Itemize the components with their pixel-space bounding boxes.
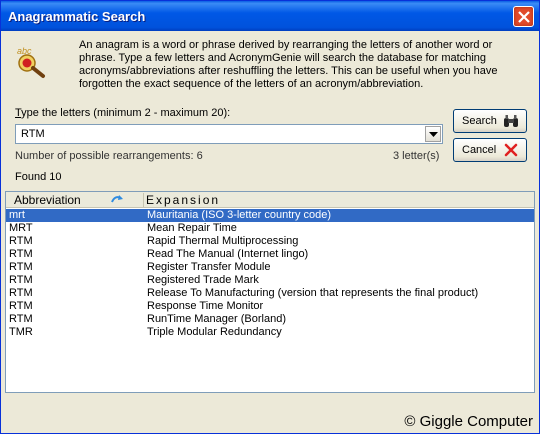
table-row[interactable]: RTM Rapid Thermal Multiprocessing bbox=[6, 235, 534, 248]
copyright-text: © Giggle Computer bbox=[404, 413, 533, 430]
abbreviation-cell: RTM bbox=[9, 235, 33, 247]
letter-count: 3 letter(s) bbox=[393, 150, 440, 162]
table-row[interactable]: RTM Read The Manual (Internet lingo) bbox=[6, 248, 534, 261]
chevron-down-icon bbox=[429, 132, 438, 137]
table-row[interactable]: RTM Release To Manufacturing (version tha… bbox=[6, 287, 534, 300]
search-button[interactable]: Search bbox=[453, 109, 527, 133]
abbreviation-cell: RTM bbox=[9, 248, 33, 260]
cancel-button[interactable]: Cancel bbox=[453, 138, 527, 162]
cancel-button-label: Cancel bbox=[462, 144, 497, 156]
expansion-cell: Release To Manufacturing (version that r… bbox=[147, 287, 479, 299]
expansion-cell: Response Time Monitor bbox=[147, 300, 264, 312]
expansion-cell: Triple Modular Redundancy bbox=[147, 326, 282, 338]
results-rows: mrt Mauritania (ISO 3-letter country code… bbox=[6, 209, 534, 339]
abbreviation-cell: RTM bbox=[9, 313, 33, 325]
red-x-icon bbox=[504, 143, 518, 157]
anagram-search-dialog: Anagrammatic Search abc An anagram is a … bbox=[0, 0, 540, 434]
abbreviation-cell: mrt bbox=[9, 209, 25, 221]
table-row[interactable]: RTM Register Transfer Module bbox=[6, 261, 534, 274]
binoculars-icon bbox=[504, 115, 518, 127]
expansion-cell: RunTime Manager (Borland) bbox=[147, 313, 286, 325]
title-bar[interactable]: Anagrammatic Search bbox=[1, 1, 539, 31]
abbreviation-cell: TMR bbox=[9, 326, 33, 338]
table-row[interactable]: RTM RunTime Manager (Borland) bbox=[6, 313, 534, 326]
list-header: Abbreviation Expansion bbox=[6, 192, 534, 208]
dropdown-button[interactable] bbox=[425, 126, 441, 142]
letters-combobox[interactable]: RTM bbox=[15, 124, 443, 144]
abbreviation-cell: RTM bbox=[9, 300, 33, 312]
window-title: Anagrammatic Search bbox=[8, 9, 146, 24]
table-row[interactable]: RTM Registered Trade Mark bbox=[6, 274, 534, 287]
results-list[interactable]: Abbreviation Expansion mrt Mauritania (IS… bbox=[5, 191, 535, 393]
table-row[interactable]: MRT Mean Repair Time bbox=[6, 222, 534, 235]
abbreviation-cell: RTM bbox=[9, 261, 33, 273]
table-row[interactable]: RTM Response Time Monitor bbox=[6, 300, 534, 313]
letters-input-value[interactable]: RTM bbox=[21, 128, 45, 140]
expansion-cell: Mauritania (ISO 3-letter country code) bbox=[147, 209, 332, 221]
table-row[interactable]: TMR Triple Modular Redundancy bbox=[6, 326, 534, 339]
column-header-abbreviation[interactable]: Abbreviation bbox=[14, 193, 144, 207]
found-count: Found 10 bbox=[15, 171, 62, 183]
rearrangements-count: Number of possible rearrangements: 6 bbox=[15, 150, 203, 162]
column-header-expansion[interactable]: Expansion bbox=[146, 193, 220, 207]
sort-arrow-icon bbox=[111, 195, 123, 203]
expansion-cell: Register Transfer Module bbox=[147, 261, 271, 273]
abbreviation-cell: RTM bbox=[9, 287, 33, 299]
close-button[interactable] bbox=[513, 6, 534, 27]
expansion-cell: Mean Repair Time bbox=[147, 222, 237, 234]
description-text: An anagram is a word or phrase derived b… bbox=[79, 39, 498, 90]
input-label: Type the letters (minimum 2 - maximum 20… bbox=[15, 107, 231, 119]
svg-text:abc: abc bbox=[17, 46, 32, 56]
abc-magnifier-icon: abc bbox=[17, 46, 45, 78]
expansion-cell: Registered Trade Mark bbox=[147, 274, 259, 286]
table-row[interactable]: mrt Mauritania (ISO 3-letter country code… bbox=[6, 209, 534, 222]
search-button-label: Search bbox=[462, 115, 497, 127]
close-icon bbox=[518, 11, 530, 23]
expansion-cell: Rapid Thermal Multiprocessing bbox=[147, 235, 299, 247]
abbreviation-cell: RTM bbox=[9, 274, 33, 286]
expansion-cell: Read The Manual (Internet lingo) bbox=[147, 248, 309, 260]
abbreviation-cell: MRT bbox=[9, 222, 33, 234]
